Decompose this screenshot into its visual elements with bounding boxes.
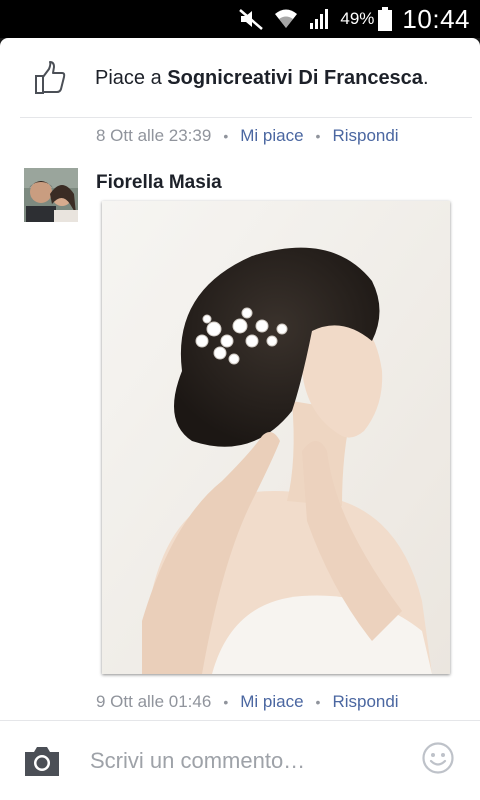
post-timestamp: 8 Ott alle 23:39 bbox=[96, 126, 212, 145]
divider bbox=[20, 117, 472, 118]
post-reply-link[interactable]: Rispondi bbox=[332, 126, 398, 146]
liked-by-page[interactable]: Sognicreativi Di Francesca bbox=[167, 67, 423, 89]
comment-meta: 9 Ott alle 01:46 • Mi piace • Rispondi bbox=[96, 691, 399, 713]
thumbs-up-icon bbox=[35, 61, 66, 94]
separator-dot: • bbox=[315, 694, 321, 710]
mute-icon bbox=[238, 7, 264, 31]
battery-percent: 49% bbox=[340, 9, 375, 28]
separator-dot: • bbox=[315, 128, 321, 144]
likes-suffix: . bbox=[422, 66, 429, 89]
comment-timestamp: 9 Ott alle 01:46 bbox=[96, 692, 212, 711]
signal-icon bbox=[308, 7, 332, 31]
separator-dot: • bbox=[223, 128, 229, 144]
separator-dot: • bbox=[223, 694, 229, 710]
clock: 10:44 bbox=[402, 3, 470, 34]
status-bar: 49% 10:44 bbox=[0, 0, 480, 38]
battery-icon bbox=[378, 7, 393, 31]
post-meta: 8 Ott alle 23:39 • Mi piace • Rispondi bbox=[96, 125, 399, 147]
comment-composer bbox=[0, 721, 480, 800]
camera-icon[interactable] bbox=[22, 741, 62, 781]
likes-prefix: Piace a bbox=[95, 66, 168, 89]
likes-summary[interactable]: Piace a Sognicreativi Di Francesca. bbox=[0, 38, 480, 118]
post-like-link[interactable]: Mi piace bbox=[240, 126, 303, 146]
comment-author[interactable]: Fiorella Masia bbox=[96, 172, 222, 194]
comments-sheet: Piace a Sognicreativi Di Francesca. 8 Ot… bbox=[0, 38, 480, 800]
wifi-icon bbox=[274, 7, 298, 31]
avatar[interactable] bbox=[24, 168, 78, 222]
comment-photo[interactable] bbox=[102, 201, 450, 674]
likes-text: Piace a Sognicreativi Di Francesca. bbox=[95, 67, 429, 90]
comment-reply-link[interactable]: Rispondi bbox=[332, 692, 398, 712]
smiley-icon[interactable] bbox=[421, 741, 455, 775]
comment-input[interactable] bbox=[90, 743, 390, 779]
comment-like-link[interactable]: Mi piace bbox=[240, 692, 303, 712]
